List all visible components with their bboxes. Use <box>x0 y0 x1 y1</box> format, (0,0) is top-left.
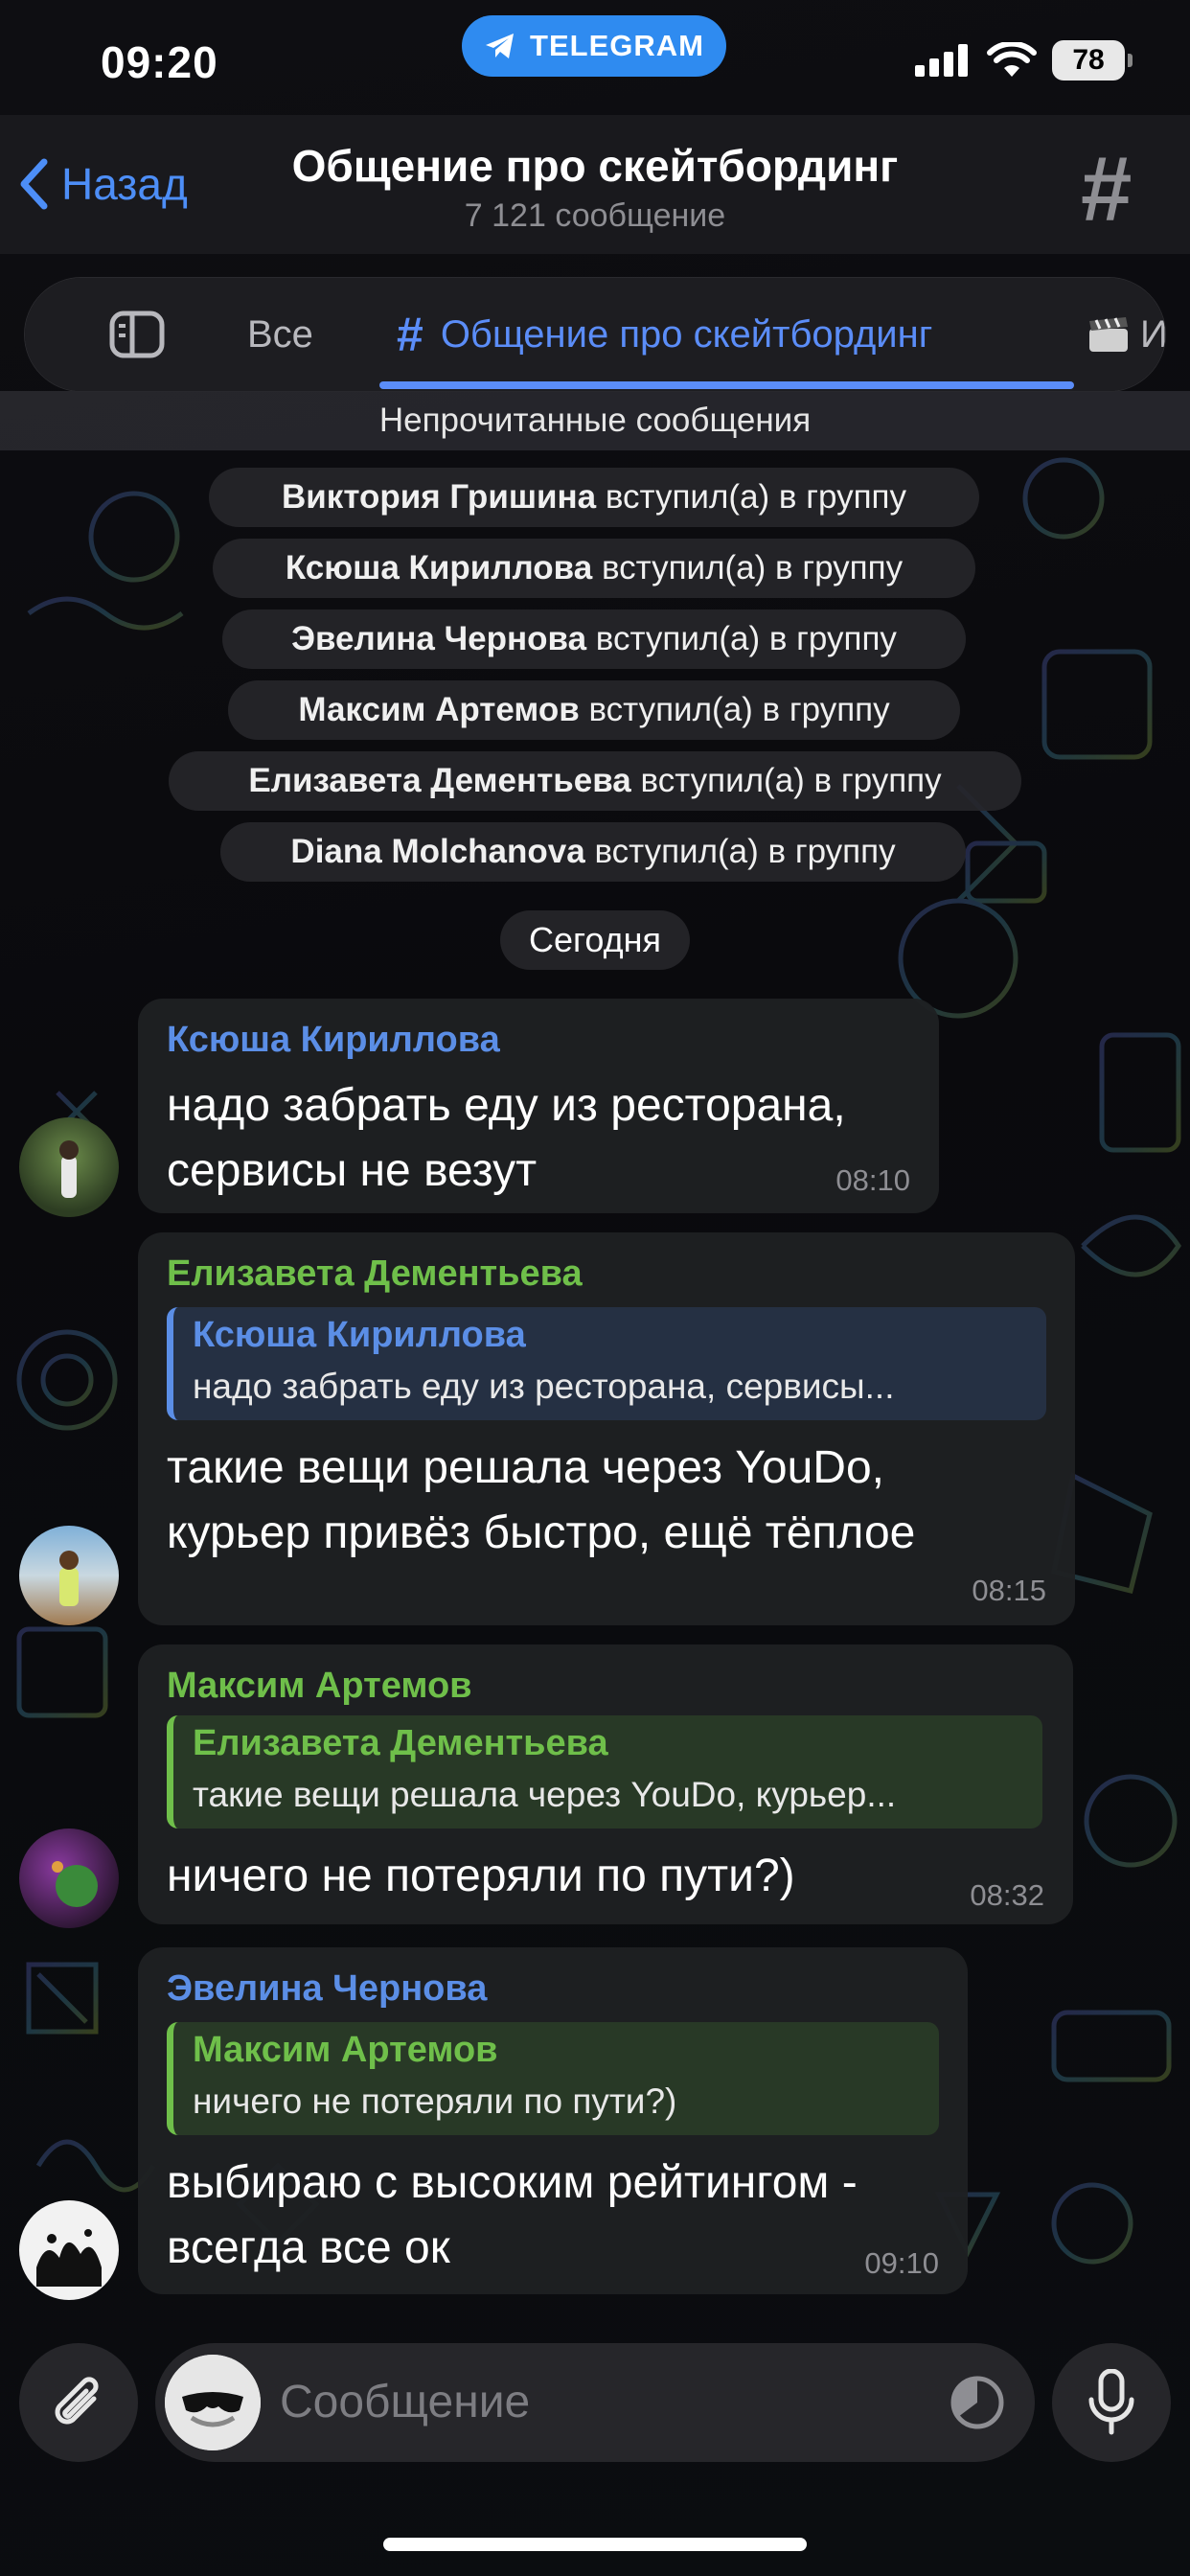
tab-next[interactable]: И <box>1087 278 1165 391</box>
sender-name[interactable]: Ксюша Кириллова <box>167 1020 500 1061</box>
sidebar-toggle-icon[interactable] <box>109 278 165 391</box>
topic-tabs: Все # Общение про скейтбординг И <box>25 278 1165 391</box>
reply-author: Елизавета Дементьева <box>193 1723 608 1763</box>
avatar[interactable] <box>19 1117 119 1217</box>
message-text: надо забрать еду из ресторана, сервисы н… <box>167 1080 846 1196</box>
message-text: ничего не потеряли по пути?) <box>167 1851 795 1901</box>
cellular-signal-icon <box>915 44 968 77</box>
status-time: 09:20 <box>101 37 218 87</box>
topic-hash-icon[interactable]: # <box>1081 144 1132 236</box>
sender-name[interactable]: Максим Артемов <box>167 1666 472 1707</box>
reply-quote[interactable]: Ксюша Кириллова надо забрать еду из рест… <box>167 1307 1046 1420</box>
service-message: Эвелина Чернова вступил(а) в группу <box>222 610 966 669</box>
microphone-icon <box>1088 2369 1134 2435</box>
service-message: Максим Артемов вступил(а) в группу <box>228 680 960 740</box>
reply-author: Ксюша Кириллова <box>193 1315 526 1355</box>
reply-quote[interactable]: Максим Артемов ничего не потеряли по пут… <box>167 2022 939 2135</box>
status-bar: 09:20 TELEGRAM 78 <box>0 0 1190 115</box>
sender-name[interactable]: Эвелина Чернова <box>167 1968 487 2010</box>
message-time: 08:15 <box>972 1574 1046 1607</box>
message-text: выбираю с высоким рейтингом - всегда все… <box>167 2157 858 2273</box>
message-bubble[interactable]: Максим Артемов Елизавета Дементьева таки… <box>138 1644 1073 1924</box>
avatar[interactable] <box>19 1526 119 1625</box>
message-time: 09:10 <box>864 2246 939 2280</box>
active-tab-indicator <box>379 381 1074 389</box>
sender-name[interactable]: Елизавета Дементьева <box>167 1254 583 1295</box>
message-time: 08:10 <box>835 1163 910 1197</box>
service-message: Виктория Гришина вступил(а) в группу <box>209 468 979 527</box>
telegram-pill-label: TELEGRAM <box>530 29 704 62</box>
message-input[interactable]: Сообщение <box>155 2343 1035 2462</box>
avatar[interactable] <box>19 1828 119 1928</box>
service-message: Ксюша Кириллова вступил(а) в группу <box>213 539 975 598</box>
message-bubble[interactable]: Эвелина Чернова Максим Артемов ничего не… <box>138 1947 968 2294</box>
chat-subtitle: 7 121 сообщение <box>464 197 726 234</box>
attach-button[interactable] <box>19 2343 138 2462</box>
hash-icon: # <box>397 308 423 361</box>
message-placeholder: Сообщение <box>280 2377 531 2427</box>
microphone-button[interactable] <box>1052 2343 1171 2462</box>
message-time: 08:32 <box>970 1878 1044 1912</box>
wifi-icon <box>987 42 1037 77</box>
chat-title[interactable]: Общение про скейтбординг <box>0 140 1190 192</box>
telegram-plane-icon <box>486 34 515 58</box>
tab-skateboarding-label: Общение про скейтбординг <box>440 312 933 356</box>
battery-indicator: 78 <box>1052 40 1133 80</box>
reply-text: надо забрать еду из ресторана, сервисы..… <box>193 1367 895 1406</box>
schedule-timer-icon[interactable] <box>949 2374 1006 2431</box>
send-as-avatar[interactable] <box>165 2355 261 2450</box>
avatar[interactable] <box>19 2200 119 2300</box>
date-separator: Сегодня <box>500 910 690 970</box>
reply-author: Максим Артемов <box>193 2030 498 2070</box>
reply-quote[interactable]: Елизавета Дементьева такие вещи решала ч… <box>167 1715 1042 1828</box>
reply-text: такие вещи решала через YouDo, курьер... <box>193 1775 897 1814</box>
message-text: такие вещи решала через YouDo, курьер пр… <box>167 1442 916 1558</box>
unread-divider: Непрочитанные сообщения <box>0 391 1190 450</box>
telegram-pill[interactable]: TELEGRAM <box>462 15 726 77</box>
paperclip-icon <box>55 2377 99 2425</box>
service-message: Diana Molchanova вступил(а) в группу <box>220 822 966 882</box>
clapperboard-icon <box>1089 317 1128 352</box>
tab-all[interactable]: Все <box>247 278 313 391</box>
home-indicator[interactable] <box>383 2538 807 2551</box>
reply-text: ничего не потеряли по пути?) <box>193 2082 677 2121</box>
chat-header: Назад Общение про скейтбординг 7 121 соо… <box>0 115 1190 254</box>
tab-next-label: И <box>1140 312 1165 356</box>
message-bubble[interactable]: Елизавета Дементьева Ксюша Кириллова над… <box>138 1232 1075 1625</box>
message-bubble[interactable]: Ксюша Кириллова надо забрать еду из рест… <box>138 999 939 1213</box>
tab-skateboarding[interactable]: # Общение про скейтбординг <box>397 278 932 391</box>
service-message: Елизавета Дементьева вступил(а) в группу <box>169 751 1021 811</box>
